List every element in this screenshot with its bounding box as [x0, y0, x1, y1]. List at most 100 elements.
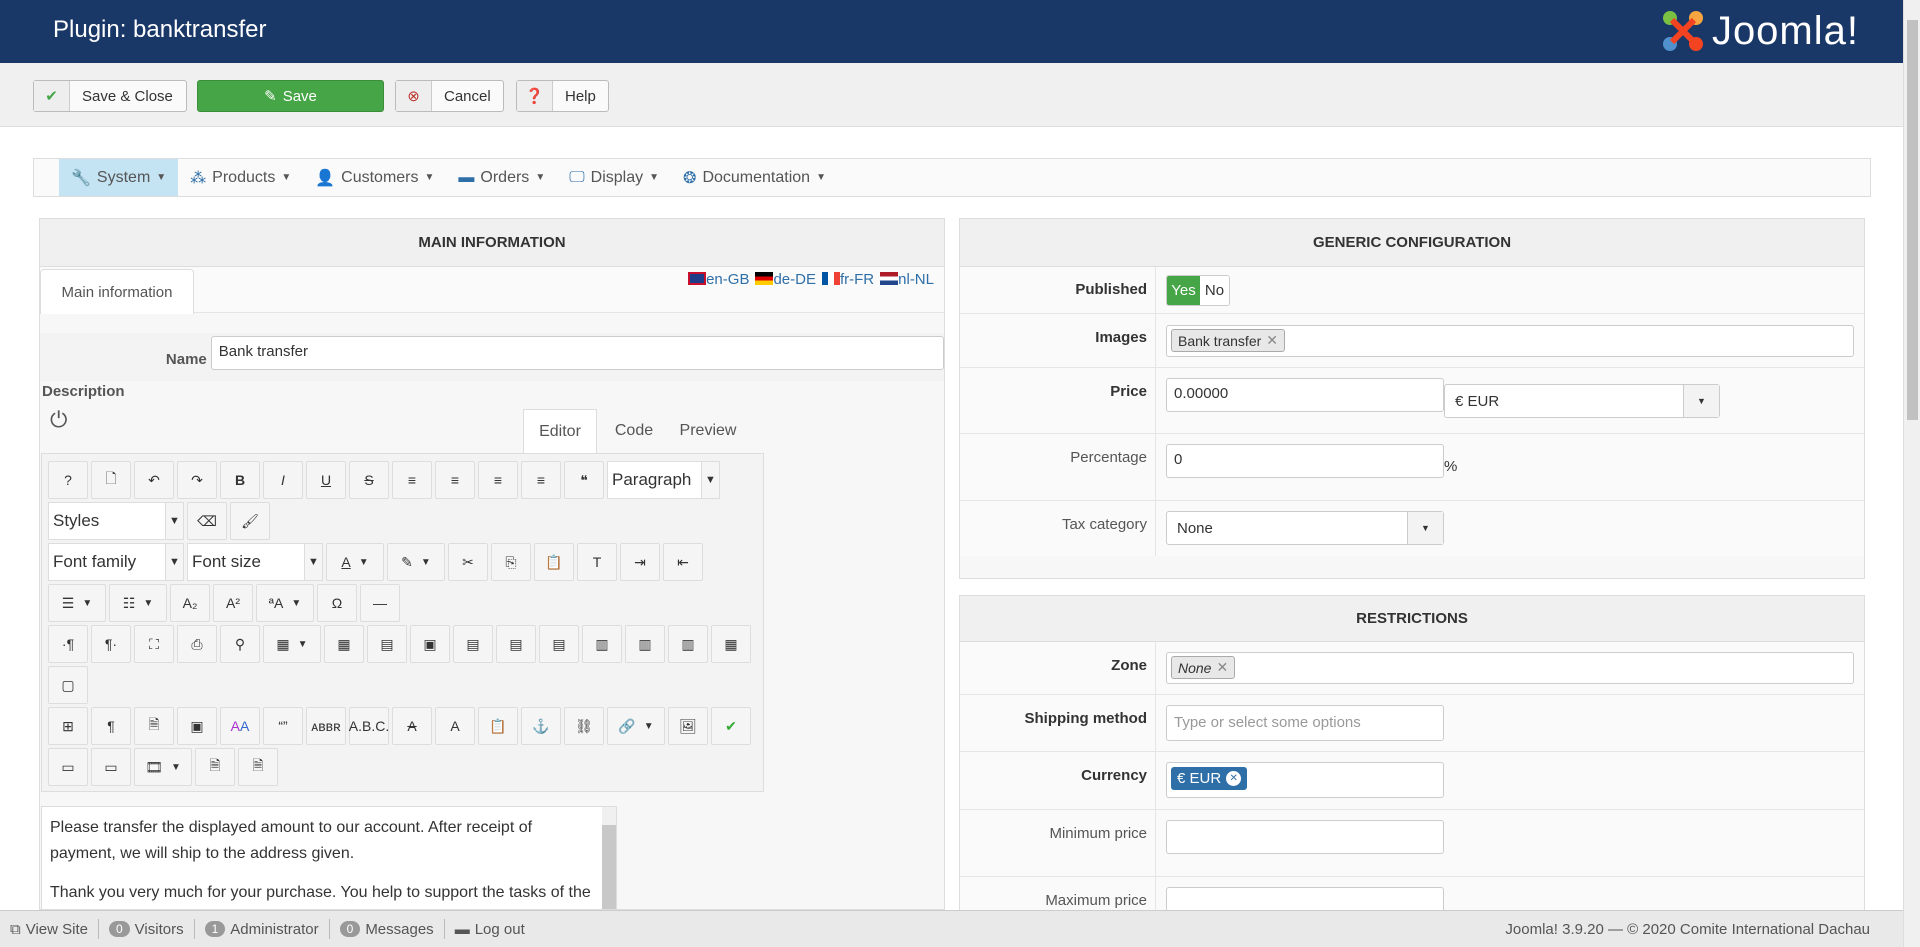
spellcheck-button[interactable]: ✔ — [711, 707, 751, 745]
ordered-list-button[interactable]: ☰ ▼ — [48, 584, 106, 622]
remove-icon[interactable]: ✕ — [1216, 659, 1228, 676]
font-family-select[interactable]: Font family ▼ — [48, 543, 184, 581]
anchor-button[interactable]: ⚓ — [521, 707, 561, 745]
help-button[interactable]: ? — [48, 461, 88, 499]
published-yes[interactable]: Yes — [1167, 276, 1200, 305]
currency-input[interactable]: € EUR ✕ — [1166, 762, 1444, 798]
text-color-button[interactable]: A ▼ — [326, 543, 384, 581]
cancel-button[interactable]: ⊗ Cancel — [395, 80, 504, 112]
lang-en-gb[interactable]: en-GB — [688, 271, 749, 288]
name-input[interactable]: Bank transfer — [210, 336, 944, 370]
shipping-method-input[interactable]: Type or select some options — [1166, 705, 1444, 741]
add-row-button[interactable]: 🗎 — [195, 748, 235, 786]
merge-cells-button[interactable]: ▣ — [410, 625, 450, 663]
editor-content[interactable]: Please transfer the displayed amount to … — [41, 806, 617, 909]
tab-preview[interactable]: Preview — [671, 409, 745, 453]
table-button[interactable]: ▦ ▼ — [263, 625, 321, 663]
paste-text-button[interactable]: T — [577, 543, 617, 581]
help-button[interactable]: ❓ Help — [516, 80, 609, 112]
rtl-button[interactable]: ¶· — [91, 625, 131, 663]
paste-word-button[interactable]: 📋 — [478, 707, 518, 745]
percentage-input[interactable]: 0 — [1166, 444, 1444, 478]
view-site-link[interactable]: ⧉ View Site — [0, 919, 99, 939]
justify-button[interactable]: ≡ — [392, 461, 432, 499]
italic-button[interactable]: I — [263, 461, 303, 499]
print-button[interactable]: ⎙ — [177, 625, 217, 663]
menu-display[interactable]: 🖵 Display ▼ — [557, 159, 671, 196]
remove-circle-icon[interactable]: ✕ — [1226, 771, 1242, 786]
tax-category-select[interactable]: None ▼ — [1166, 511, 1444, 545]
copy-button[interactable]: ⎘ — [491, 543, 531, 581]
unordered-list-button[interactable]: ☷ ▼ — [109, 584, 167, 622]
table-props-button[interactable]: ▢ — [48, 666, 88, 704]
underline-button[interactable]: U — [306, 461, 346, 499]
lang-nl-nl[interactable]: nl-NL — [880, 271, 934, 288]
superscript-button[interactable]: A² — [213, 584, 253, 622]
omega-button[interactable]: Ω — [317, 584, 357, 622]
tab-main-information[interactable]: Main information — [40, 269, 194, 314]
blockquote-button[interactable]: ❝ — [564, 461, 604, 499]
insertion-button[interactable]: A — [435, 707, 475, 745]
subscript-button[interactable]: A₂ — [170, 584, 210, 622]
link-button[interactable]: 🔗 ▼ — [607, 707, 665, 745]
eraser-button[interactable]: ⌫ — [187, 502, 227, 540]
indent-button[interactable]: ⇥ — [620, 543, 660, 581]
delete-col-button[interactable]: ▥ — [668, 625, 708, 663]
visual-aid-button[interactable]: ⊞ — [48, 707, 88, 745]
images-input[interactable]: Bank transfer ✕ — [1166, 325, 1854, 357]
unlink-button[interactable]: ⛓ — [564, 707, 604, 745]
insert-media-button[interactable]: ▣ — [177, 707, 217, 745]
table-grid-button[interactable]: ▦ — [711, 625, 751, 663]
strikethrough-button[interactable]: S — [349, 461, 389, 499]
remove-row-button[interactable]: 🗎 — [238, 748, 278, 786]
align-left-button[interactable]: ≡ — [478, 461, 518, 499]
page-scrollbar[interactable] — [1903, 0, 1920, 947]
bold-button[interactable]: B — [220, 461, 260, 499]
highlight-button[interactable]: ✎ ▼ — [387, 543, 445, 581]
editor-scrollbar[interactable] — [602, 807, 616, 909]
row-before-button[interactable]: ▤ — [453, 625, 493, 663]
font-size-select[interactable]: Font size ▼ — [187, 543, 323, 581]
published-no[interactable]: No — [1200, 276, 1229, 305]
align-right-button[interactable]: ≡ — [521, 461, 561, 499]
menu-products[interactable]: ⁂ Products ▼ — [178, 159, 303, 196]
cell-props-button[interactable]: ▤ — [367, 625, 407, 663]
abbr-button[interactable]: ᴀʙʙʀ — [306, 707, 346, 745]
fullscreen-button[interactable]: ⛶ — [134, 625, 174, 663]
menu-system[interactable]: 🔧 System ▼ — [59, 159, 179, 196]
zone-input[interactable]: None ✕ — [1166, 652, 1854, 684]
image-button[interactable]: 🖼 — [668, 707, 708, 745]
delete-row-button[interactable]: ▤ — [539, 625, 579, 663]
tab-code[interactable]: Code — [597, 409, 671, 453]
col-after-button[interactable]: ▥ — [625, 625, 665, 663]
lang-de-de[interactable]: de-DE — [755, 271, 816, 288]
paragraph-select[interactable]: Paragraph ▼ — [607, 461, 720, 499]
show-blocks-button[interactable]: ¶ — [91, 707, 131, 745]
tab-editor[interactable]: Editor — [523, 409, 597, 453]
menu-customers[interactable]: 👤 Customers ▼ — [303, 159, 446, 196]
delete-table-button[interactable]: ▦ — [324, 625, 364, 663]
messages-link[interactable]: 0 Messages — [330, 919, 445, 939]
ltr-button[interactable]: ·¶ — [48, 625, 88, 663]
find-button[interactable]: ⚲ — [220, 625, 260, 663]
acronym-button[interactable]: A.B.C. — [349, 707, 389, 745]
redo-button[interactable]: ↷ — [177, 461, 217, 499]
minimum-price-input[interactable] — [1166, 820, 1444, 854]
align-center-button[interactable]: ≡ — [435, 461, 475, 499]
new-document-button[interactable]: 🗋 — [91, 461, 131, 499]
save-button[interactable]: ✎ Save — [197, 80, 384, 112]
lang-fr-fr[interactable]: fr-FR — [821, 271, 874, 288]
menu-orders[interactable]: ▬ Orders ▼ — [446, 159, 557, 196]
font-case-button[interactable]: ªA ▼ — [256, 584, 314, 622]
undo-button[interactable]: ↶ — [134, 461, 174, 499]
video-button[interactable]: 🎞 ▼ — [134, 748, 192, 786]
price-input[interactable]: 0.00000 — [1166, 378, 1444, 412]
col-before-button[interactable]: ▥ — [582, 625, 622, 663]
pagebreak-button[interactable]: ▭ — [48, 748, 88, 786]
save-close-button[interactable]: ✔ Save & Close — [33, 80, 187, 112]
remove-icon[interactable]: ✕ — [1266, 332, 1278, 349]
template-button[interactable]: 🗎 — [134, 707, 174, 745]
menu-documentation[interactable]: ❂ Documentation ▼ — [671, 159, 838, 196]
price-currency-select[interactable]: € EUR ▼ — [1444, 384, 1720, 418]
deletion-button[interactable]: A — [392, 707, 432, 745]
